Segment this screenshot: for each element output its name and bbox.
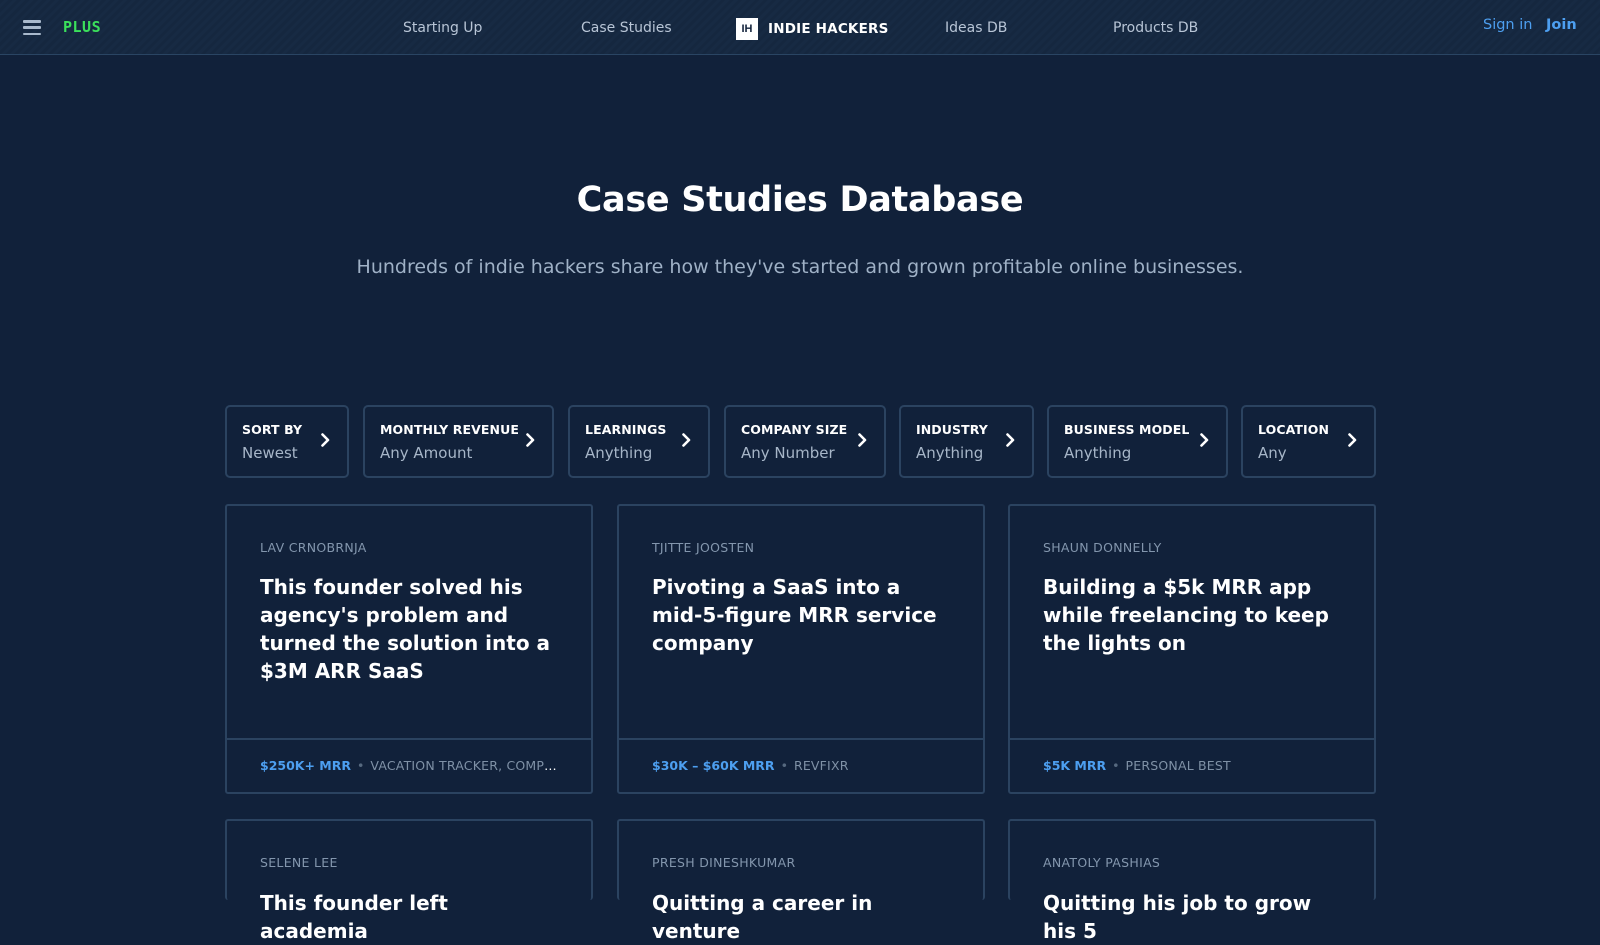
filter-label: COMPANY SIZE [741,422,848,437]
filter-company-size[interactable]: COMPANY SIZE Any Number [724,405,886,478]
filter-business-model[interactable]: BUSINESS MODEL Anything [1047,405,1228,478]
card-revenue: $5K MRR [1043,758,1107,773]
chevron-right-icon [526,433,535,447]
card-author: PRESH DINESHKUMAR [652,855,796,870]
filter-value: Anything [916,444,984,462]
case-study-card[interactable]: SELENE LEE This founder left academia [225,819,593,943]
page-title: Case Studies Database [576,180,1024,220]
filter-label: LOCATION [1258,422,1330,437]
card-company: REVFIXR [793,758,849,773]
filter-label: INDUSTRY [916,422,988,437]
card-title: Quitting a career in venture [652,891,873,943]
separator-dot: • [357,758,365,773]
card-revenue: $250K+ MRR [260,758,351,773]
filter-label: SORT BY [242,422,303,437]
case-study-card[interactable]: LAV CRNOBRNJA This founder solved his ag… [225,504,593,794]
chevron-right-icon [682,433,691,447]
sign-in-link[interactable]: Sign in [1483,17,1532,33]
card-footer: $5K MRR • PERSONAL BEST [1010,738,1374,792]
filter-value: Newest [242,444,298,462]
card-title: Pivoting a SaaS into a mid-5-figure MRR … [652,575,937,655]
card-title: This founder left academia [260,891,448,943]
card-title: Quitting his job to grow his 5 [1043,891,1312,943]
indie-hackers-logo-icon: IH [736,18,758,40]
case-study-card[interactable]: TJITTE JOOSTEN Pivoting a SaaS into a mi… [617,504,985,794]
filter-location[interactable]: LOCATION Any [1241,405,1376,478]
card-author: TJITTE JOOSTEN [652,540,755,555]
card-revenue: $30K – $60K MRR [652,758,775,773]
card-author: SELENE LEE [260,855,338,870]
page-subtitle: Hundreds of indie hackers share how they… [356,256,1244,278]
card-company: VACATION TRACKER, COMPETIT... [370,758,560,773]
card-footer: $30K – $60K MRR • REVFIXR [619,738,983,792]
filter-label: MONTHLY REVENUE [380,422,519,437]
chevron-right-icon [321,433,330,447]
filter-learnings[interactable]: LEARNINGS Anything [568,405,710,478]
filter-value: Anything [585,444,653,462]
filter-industry[interactable]: INDUSTRY Anything [899,405,1034,478]
plus-link[interactable]: PLUS [63,18,101,36]
filter-sort-by[interactable]: SORT BY Newest [225,405,349,478]
case-study-card[interactable]: PRESH DINESHKUMAR Quitting a career in v… [617,819,985,943]
case-study-card[interactable]: SHAUN DONNELLY Building a $5k MRR app wh… [1008,504,1376,794]
card-author: SHAUN DONNELLY [1043,540,1162,555]
brand-name: INDIE HACKERS [768,21,889,37]
nav-case-studies[interactable]: Case Studies [581,20,672,36]
nav-products-db[interactable]: Products DB [1113,20,1198,36]
chevron-right-icon [1348,433,1357,447]
nav-starting-up[interactable]: Starting Up [403,20,482,36]
filter-value: Any [1258,444,1287,462]
chevron-right-icon [858,433,867,447]
indie-hackers-home-link[interactable]: IH INDIE HACKERS [736,18,889,40]
card-author: LAV CRNOBRNJA [260,540,367,555]
card-title: This founder solved his agency's problem… [260,575,551,683]
filter-label: LEARNINGS [585,422,667,437]
card-meta: $250K+ MRR • VACATION TRACKER, COMPETIT... [260,758,560,773]
filter-value: Any Amount [380,444,473,462]
filter-value: Any Number [741,444,835,462]
filter-monthly-revenue[interactable]: MONTHLY REVENUE Any Amount [363,405,554,478]
card-company: PERSONAL BEST [1125,758,1231,773]
filter-label: BUSINESS MODEL [1064,422,1190,437]
top-navigation: PLUS Starting Up Case Studies IH INDIE H… [0,0,1600,55]
card-footer: $250K+ MRR • VACATION TRACKER, COMPETIT... [227,738,591,792]
filter-value: Anything [1064,444,1132,462]
card-author: ANATOLY PASHIAS [1043,855,1161,870]
chevron-right-icon [1200,433,1209,447]
nav-ideas-db[interactable]: Ideas DB [945,20,1007,36]
separator-dot: • [780,758,788,773]
card-meta: $5K MRR • PERSONAL BEST [1043,758,1343,773]
join-link[interactable]: Join [1546,17,1577,33]
card-title: Building a $5k MRR app while freelancing… [1043,575,1329,655]
chevron-right-icon [1006,433,1015,447]
case-study-card[interactable]: ANATOLY PASHIAS Quitting his job to grow… [1008,819,1376,943]
card-meta: $30K – $60K MRR • REVFIXR [652,758,952,773]
hamburger-menu-icon[interactable] [23,20,41,35]
separator-dot: • [1112,758,1120,773]
